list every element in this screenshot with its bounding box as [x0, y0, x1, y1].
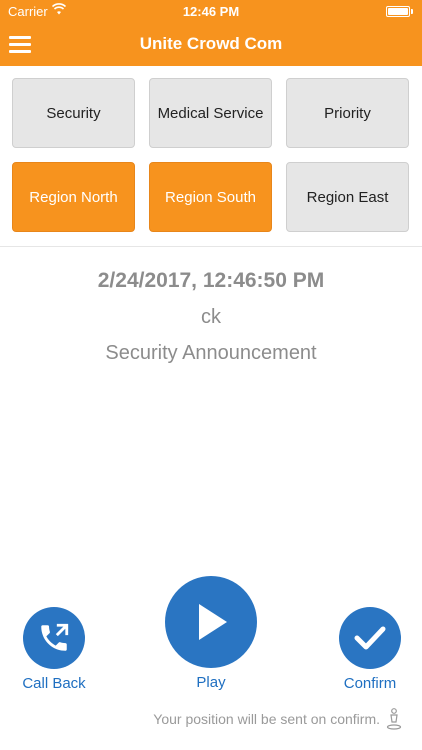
category-button-region-east[interactable]: Region East [286, 162, 409, 232]
category-button-priority[interactable]: Priority [286, 78, 409, 148]
category-button-region-south[interactable]: Region South [149, 162, 272, 232]
checkmark-icon [339, 607, 401, 669]
clock: 12:46 PM [182, 4, 240, 19]
message-type: Security Announcement [105, 342, 317, 364]
location-notice-text: Your position will be sent on confirm. [153, 711, 380, 727]
nav-bar: Unite Crowd Com [0, 22, 422, 66]
call-back-label: Call Back [22, 675, 86, 692]
play-label: Play [196, 674, 226, 691]
category-button-security[interactable]: Security [12, 78, 135, 148]
page-title: Unite Crowd Com [139, 34, 283, 53]
message-timestamp: 2/24/2017, 12:46:50 PM [97, 269, 325, 292]
play-icon [165, 576, 257, 668]
call-back-button[interactable]: Call Back [12, 607, 96, 692]
confirm-label: Confirm [343, 675, 397, 692]
message-panel: 2/24/2017, 12:46:50 PM ck Security Annou… [0, 266, 422, 370]
battery-icon [386, 6, 413, 17]
category-button-region-north[interactable]: Region North [12, 162, 135, 232]
location-person-icon [386, 708, 402, 730]
divider [0, 246, 422, 247]
message-sender: ck [201, 306, 221, 328]
category-grid: Security Medical Service Priority Region… [0, 66, 422, 246]
play-button[interactable]: Play [160, 576, 262, 691]
status-bar: Carrier 12:46 PM [0, 0, 422, 22]
category-button-medical-service[interactable]: Medical Service [149, 78, 272, 148]
location-notice: Your position will be sent on confirm. [153, 708, 402, 730]
confirm-button[interactable]: Confirm [328, 607, 412, 692]
call-back-icon [23, 607, 85, 669]
